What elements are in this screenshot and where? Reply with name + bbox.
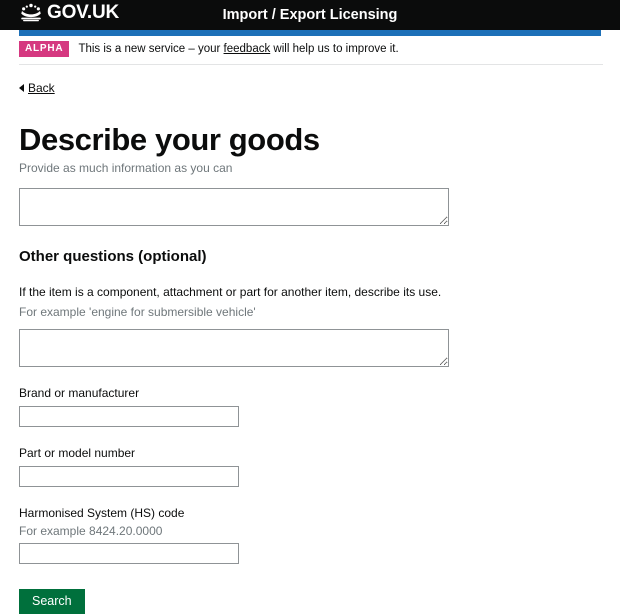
main-content: Describe your goods Provide as much info… bbox=[19, 97, 603, 614]
component-use-label: If the item is a component, attachment o… bbox=[19, 285, 442, 299]
part-number-input[interactable] bbox=[19, 466, 239, 487]
page-container: ALPHA This is a new service – your feedb… bbox=[19, 30, 603, 614]
component-use-textarea[interactable] bbox=[19, 329, 449, 367]
page-title: Describe your goods bbox=[19, 122, 320, 157]
hs-code-label: Harmonised System (HS) code bbox=[19, 506, 185, 520]
brand-input[interactable] bbox=[19, 406, 239, 427]
part-number-label: Part or model number bbox=[19, 446, 136, 460]
feedback-link[interactable]: feedback bbox=[224, 43, 271, 55]
component-use-label-block: If the item is a component, attachment o… bbox=[19, 284, 603, 320]
phase-text-after: will help us to improve it. bbox=[270, 43, 399, 55]
submit-row: Search bbox=[19, 589, 603, 614]
back-link-row: Back bbox=[19, 65, 603, 97]
component-use-hint: For example 'engine for submersible vehi… bbox=[19, 305, 256, 319]
phase-banner-text: This is a new service – your feedback wi… bbox=[78, 42, 398, 56]
status-badge-alpha: ALPHA bbox=[19, 41, 70, 57]
hs-code-field: Harmonised System (HS) code For example … bbox=[19, 504, 603, 564]
part-number-field: Part or model number bbox=[19, 444, 603, 487]
other-questions-section: Other questions (optional) bbox=[19, 247, 603, 266]
global-header: GOV.UK Import / Export Licensing bbox=[0, 0, 620, 30]
page-title-hint: Provide as much information as you can bbox=[19, 161, 233, 175]
service-accent-bar bbox=[19, 30, 601, 36]
goods-description-field bbox=[19, 188, 603, 226]
section-heading-other-questions: Other questions (optional) bbox=[19, 248, 207, 265]
chevron-left-icon bbox=[19, 84, 24, 92]
hs-code-input[interactable] bbox=[19, 543, 239, 564]
back-link-label: Back bbox=[28, 80, 55, 95]
back-link[interactable]: Back bbox=[19, 80, 55, 97]
hs-code-hint: For example 8424.20.0000 bbox=[19, 524, 163, 538]
phase-text-before: This is a new service – your bbox=[78, 43, 224, 55]
service-name: Import / Export Licensing bbox=[222, 7, 398, 23]
goods-description-textarea[interactable] bbox=[19, 188, 449, 226]
brand-label: Brand or manufacturer bbox=[19, 386, 140, 400]
search-button[interactable]: Search bbox=[19, 589, 85, 614]
brand-field: Brand or manufacturer bbox=[19, 384, 603, 427]
component-use-field bbox=[19, 329, 603, 367]
